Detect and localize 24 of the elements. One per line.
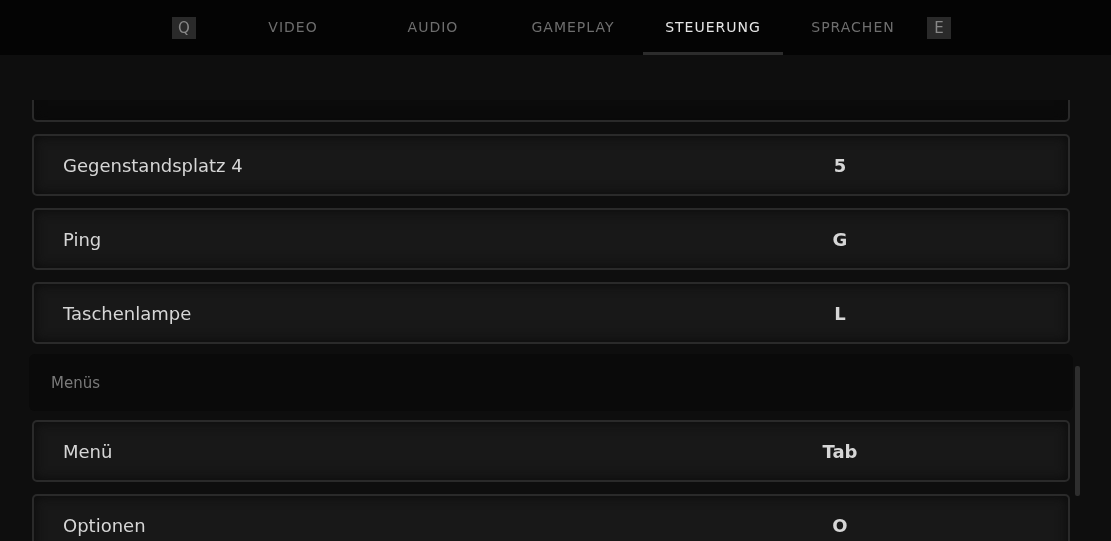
key-binding: G xyxy=(831,228,849,250)
key-hint[interactable]: E xyxy=(927,16,951,39)
key-binding: Tab xyxy=(821,440,859,462)
binding-row[interactable]: Optionen O xyxy=(32,494,1070,541)
key-binding: L xyxy=(833,302,847,324)
binding-row[interactable]: Taschenlampe L xyxy=(32,282,1070,344)
scrollbar[interactable] xyxy=(1075,366,1080,496)
action-label: Menü xyxy=(62,440,114,462)
section-title: Menüs xyxy=(50,373,100,392)
binding-row[interactable]: Menü Tab xyxy=(32,420,1070,482)
action-label: Ping xyxy=(62,228,103,250)
key-binding: O xyxy=(831,514,849,536)
tab[interactable]: VIDEO xyxy=(223,0,363,55)
binding-row[interactable]: Gegenstandsplatz 4 5 xyxy=(32,134,1070,196)
key-hint[interactable]: Q xyxy=(172,16,196,39)
tab[interactable]: GAMEPLAY xyxy=(503,0,643,55)
action-label: Gegenstandsplatz 4 xyxy=(62,154,244,176)
binding-row[interactable]: Ping G xyxy=(32,208,1070,270)
action-label: Optionen xyxy=(62,514,147,536)
action-label: Taschenlampe xyxy=(62,302,193,324)
tab[interactable]: AUDIO xyxy=(363,0,503,55)
tab[interactable]: STEUERUNG xyxy=(643,0,783,55)
key-binding: 5 xyxy=(832,154,848,176)
tab[interactable]: SPRACHEN xyxy=(783,0,923,55)
